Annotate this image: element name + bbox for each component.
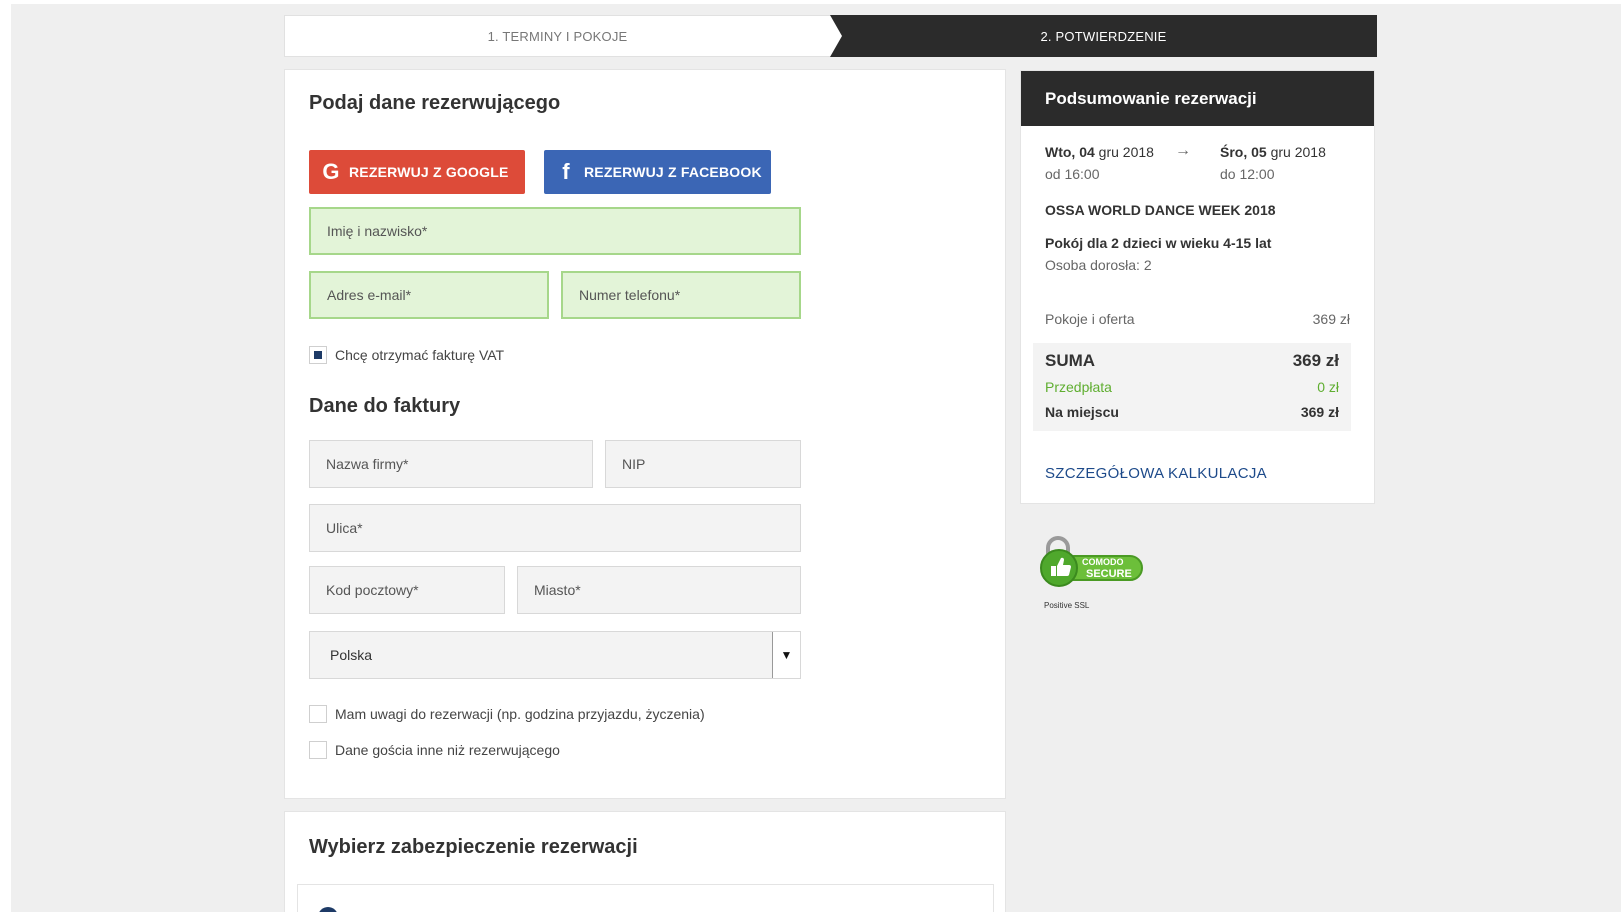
checkin-date: Wto, 04 gru 2018 [1045, 144, 1154, 160]
badge-brand: COMODO [1082, 557, 1124, 567]
chevron-down-icon[interactable]: ▼ [772, 632, 800, 678]
country-select[interactable]: Polska ▼ [309, 631, 801, 679]
country-selected-value: Polska [330, 647, 373, 663]
vat-invoice-checkbox[interactable]: Chcę otrzymać fakturę VAT [309, 346, 504, 364]
badge-secure: SECURE [1086, 568, 1132, 580]
event-name: OSSA WORLD DANCE WEEK 2018 [1045, 202, 1276, 218]
remarks-checkbox-label: Mam uwagi do rezerwacji (np. godzina prz… [335, 706, 705, 722]
email-placeholder: Adres e-mail* [327, 287, 412, 303]
checkout-date: Śro, 05 gru 2018 [1220, 144, 1326, 160]
full-name-input[interactable]: Imię i nazwisko* [309, 207, 801, 255]
offer-value: 369 zł [1312, 311, 1350, 327]
vat-checkbox-label: Chcę otrzymać fakturę VAT [335, 347, 505, 363]
security-card: Wybierz zabezpieczenie rezerwacji [284, 811, 1006, 912]
checkout-day: Śro, 05 [1220, 144, 1267, 160]
sum-box: SUMA 369 zł Przedpłata 0 zł Na miejscu 3… [1033, 343, 1351, 431]
email-input[interactable]: Adres e-mail* [309, 271, 549, 319]
phone-placeholder: Numer telefonu* [579, 287, 681, 303]
booker-form-card: Podaj dane rezerwującego G REZERWUJ Z GO… [284, 69, 1006, 799]
step-confirmation: 2. POTWIERDZENIE [830, 15, 1377, 57]
prepay-label: Przedpłata [1045, 379, 1112, 395]
onsite-value: 369 zł [1300, 404, 1339, 420]
google-icon: G [322, 159, 340, 184]
vat-checkbox-box[interactable] [309, 346, 327, 364]
facebook-booking-button[interactable]: f REZERWUJ Z FACEBOOK [544, 150, 771, 194]
remarks-checkbox-box[interactable] [309, 705, 327, 723]
detailed-calculation-link[interactable]: SZCZEGÓŁOWA KALKULACJA [1045, 465, 1267, 482]
booking-summary: Podsumowanie rezerwacji Wto, 04 gru 2018… [1020, 70, 1375, 504]
radio-icon[interactable] [318, 907, 338, 912]
street-placeholder: Ulica* [326, 520, 363, 536]
google-booking-button[interactable]: G REZERWUJ Z GOOGLE [309, 150, 525, 194]
street-input[interactable]: Ulica* [309, 504, 801, 552]
checkin-month: gru 2018 [1098, 144, 1154, 160]
sum-value: 369 zł [1292, 351, 1339, 370]
city-input[interactable]: Miasto* [517, 566, 801, 614]
nip-input[interactable]: NIP [605, 440, 801, 488]
summary-title: Podsumowanie rezerwacji [1021, 71, 1374, 126]
room-name: Pokój dla 2 dzieci w wieku 4-15 lat [1045, 235, 1272, 251]
company-name-input[interactable]: Nazwa firmy* [309, 440, 593, 488]
company-placeholder: Nazwa firmy* [326, 456, 409, 472]
security-title: Wybierz zabezpieczenie rezerwacji [309, 836, 638, 858]
remarks-checkbox[interactable]: Mam uwagi do rezerwacji (np. godzina prz… [309, 705, 705, 723]
postal-placeholder: Kod pocztowy* [326, 582, 419, 598]
facebook-icon: f [562, 159, 570, 184]
guest-data-checkbox[interactable]: Dane gościa inne niż rezerwującego [309, 741, 560, 759]
adults-count: Osoba dorosła: 2 [1045, 257, 1152, 273]
comodo-secure-badge[interactable]: COMODO SECURE Positive SSL [1038, 534, 1148, 614]
booking-steps: 1. TERMINY I POKOJE 2. POTWIERDZENIE [284, 15, 1377, 57]
prepay-value: 0 zł [1317, 379, 1339, 395]
step-terms-rooms[interactable]: 1. TERMINY I POKOJE [285, 16, 830, 56]
guest-checkbox-label: Dane gościa inne niż rezerwującego [335, 742, 560, 758]
phone-input[interactable]: Numer telefonu* [561, 271, 801, 319]
checkin-day: Wto, 04 [1045, 144, 1095, 160]
booker-title: Podaj dane rezerwującego [309, 92, 561, 114]
arrow-right-icon: → [1175, 142, 1191, 159]
invoice-title: Dane do faktury [309, 395, 461, 417]
onsite-label: Na miejscu [1045, 404, 1119, 420]
sum-label: SUMA [1045, 351, 1096, 370]
checkin-time: od 16:00 [1045, 166, 1100, 182]
security-option[interactable] [297, 884, 994, 912]
badge-caption: Positive SSL [1044, 601, 1090, 610]
checkout-month: gru 2018 [1270, 144, 1326, 160]
checkout-time: do 12:00 [1220, 166, 1275, 182]
google-button-label: REZERWUJ Z GOOGLE [349, 164, 509, 180]
full-name-placeholder: Imię i nazwisko* [327, 223, 428, 239]
postal-code-input[interactable]: Kod pocztowy* [309, 566, 505, 614]
facebook-button-label: REZERWUJ Z FACEBOOK [584, 164, 762, 180]
guest-checkbox-box[interactable] [309, 741, 327, 759]
offer-label: Pokoje i oferta [1045, 311, 1135, 327]
nip-placeholder: NIP [622, 456, 646, 472]
city-placeholder: Miasto* [534, 582, 581, 598]
